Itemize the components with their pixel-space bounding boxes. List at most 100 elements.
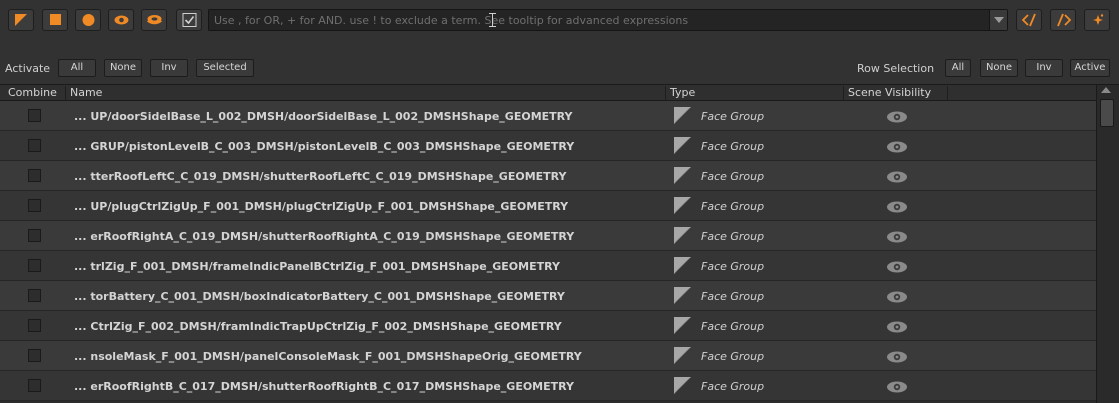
table-row[interactable]: ... nsoleMask_F_001_DMSH/panelConsoleMas… xyxy=(0,341,1096,371)
column-header-combine[interactable]: Combine xyxy=(4,86,66,101)
row-name: ... UP/plugCtrlZigUp_F_001_DMSH/plugCtrl… xyxy=(74,200,569,213)
activate-label: Activate xyxy=(5,62,51,75)
face-group-icon xyxy=(674,257,691,274)
column-header-name[interactable]: Name xyxy=(66,86,666,101)
table-body: ... UP/doorSidelBase_L_002_DMSH/doorSide… xyxy=(0,101,1096,403)
column-header-type[interactable]: Type xyxy=(666,86,844,101)
combine-checkbox[interactable] xyxy=(28,169,41,182)
square-filter-button[interactable] xyxy=(42,9,68,31)
face-group-icon xyxy=(674,197,691,214)
combine-checkbox[interactable] xyxy=(28,349,41,362)
face-group-icon xyxy=(674,167,691,184)
activate-inv-button[interactable]: Inv xyxy=(150,59,188,77)
eye-filter-button[interactable] xyxy=(108,9,134,31)
row-type: Face Group xyxy=(701,140,765,153)
row-name: ... erRoofRightA_C_019_DMSH/shutterRoofR… xyxy=(74,230,575,243)
face-group-icon xyxy=(674,377,691,394)
face-group-icon xyxy=(674,317,691,334)
visibility-eye-icon[interactable] xyxy=(885,200,909,214)
expand-right-button[interactable] xyxy=(1050,9,1076,31)
expand-left-button[interactable] xyxy=(1016,9,1042,31)
combine-checkbox[interactable] xyxy=(28,289,41,302)
expand-left-icon xyxy=(1021,13,1036,27)
table-row[interactable]: ... UP/plugCtrlZigUp_F_001_DMSH/plugCtrl… xyxy=(0,191,1096,221)
search-input[interactable] xyxy=(209,10,989,30)
activate-none-button[interactable]: None xyxy=(104,59,142,77)
visibility-eye-icon[interactable] xyxy=(885,350,909,364)
row-type: Face Group xyxy=(701,200,765,213)
combine-checkbox[interactable] xyxy=(28,109,41,122)
row-name: ... erRoofRightB_C_017_DMSH/shutterRoofR… xyxy=(74,380,574,393)
combine-checkbox[interactable] xyxy=(28,229,41,242)
row-type: Face Group xyxy=(701,320,765,333)
layers-filter-icon xyxy=(147,15,162,25)
table-row[interactable]: ... erRoofRightB_C_017_DMSH/shutterRoofR… xyxy=(0,371,1096,401)
object-table: Combine Name Type Scene Visibility ... U… xyxy=(0,84,1119,403)
row-selection-label: Row Selection xyxy=(857,62,935,75)
table-row[interactable]: ... erRoofRightA_C_019_DMSH/shutterRoofR… xyxy=(0,221,1096,251)
sparkle-icon xyxy=(1093,14,1104,25)
table-row[interactable]: ... torBattery_C_001_DMSH/boxIndicatorBa… xyxy=(0,281,1096,311)
triangle-filter-button[interactable] xyxy=(8,9,34,31)
activate-all-button[interactable]: All xyxy=(58,59,96,77)
sparkle-button[interactable] xyxy=(1084,9,1110,31)
search-dropdown-button[interactable] xyxy=(989,10,1007,30)
circle-filter-icon xyxy=(82,14,95,26)
row-type: Face Group xyxy=(701,290,765,303)
row-type: Face Group xyxy=(701,260,765,273)
text-cursor-icon xyxy=(489,13,496,27)
column-header-scene-visibility[interactable]: Scene Visibility xyxy=(844,86,948,101)
row-name: ... nsoleMask_F_001_DMSH/panelConsoleMas… xyxy=(74,350,582,363)
row-select-none-button[interactable]: None xyxy=(980,59,1018,77)
table-row[interactable]: ... CtrlZig_F_002_DMSH/framIndicTrapUpCt… xyxy=(0,311,1096,341)
face-group-icon xyxy=(674,347,691,364)
visibility-eye-icon[interactable] xyxy=(885,260,909,274)
visibility-eye-icon[interactable] xyxy=(885,320,909,334)
table-row[interactable]: ... tterRoofLeftC_C_019_DMSH/shutterRoof… xyxy=(0,161,1096,191)
circle-filter-button[interactable] xyxy=(75,9,101,31)
row-type: Face Group xyxy=(701,110,765,123)
expand-right-icon xyxy=(1057,13,1072,27)
face-group-icon xyxy=(674,107,691,124)
toolbar xyxy=(0,0,1119,44)
visibility-eye-icon[interactable] xyxy=(885,290,909,304)
visibility-eye-icon[interactable] xyxy=(885,230,909,244)
face-group-icon xyxy=(674,227,691,244)
layers-filter-button[interactable] xyxy=(141,9,167,31)
vertical-scrollbar[interactable] xyxy=(1096,85,1119,403)
table-header: Combine Name Type Scene Visibility xyxy=(0,85,1096,101)
row-select-inv-button[interactable]: Inv xyxy=(1025,59,1063,77)
activate-selected-button[interactable]: Selected xyxy=(196,59,254,77)
row-select-active-button[interactable]: Active xyxy=(1070,59,1110,77)
square-filter-icon xyxy=(50,14,61,25)
row-type: Face Group xyxy=(701,380,765,393)
visibility-eye-icon[interactable] xyxy=(885,380,909,394)
triangle-filter-icon xyxy=(15,14,27,26)
row-type: Face Group xyxy=(701,350,765,363)
row-type: Face Group xyxy=(701,230,765,243)
row-name: ... CtrlZig_F_002_DMSH/framIndicTrapUpCt… xyxy=(74,320,562,333)
face-group-icon xyxy=(674,287,691,304)
table-row[interactable]: ... UP/doorSidelBase_L_002_DMSH/doorSide… xyxy=(0,101,1096,131)
visibility-eye-icon[interactable] xyxy=(885,110,909,124)
visibility-eye-icon[interactable] xyxy=(885,140,909,154)
combine-checkbox[interactable] xyxy=(28,379,41,392)
row-type: Face Group xyxy=(701,170,765,183)
combine-checkbox[interactable] xyxy=(28,139,41,152)
scroll-up-icon[interactable] xyxy=(1101,87,1111,93)
row-name: ... GRUP/pistonLevelB_C_003_DMSH/pistonL… xyxy=(74,140,575,153)
checkbox-filter-button[interactable] xyxy=(176,9,202,31)
combine-checkbox[interactable] xyxy=(28,319,41,332)
row-select-all-button[interactable]: All xyxy=(945,59,971,77)
combine-checkbox[interactable] xyxy=(28,199,41,212)
combine-checkbox[interactable] xyxy=(28,259,41,272)
row-name: ... UP/doorSidelBase_L_002_DMSH/doorSide… xyxy=(74,110,573,123)
table-row[interactable]: ... GRUP/pistonLevelB_C_003_DMSH/pistonL… xyxy=(0,131,1096,161)
activate-bar: Activate All None Inv Selected Row Selec… xyxy=(0,55,1119,81)
eye-filter-icon xyxy=(114,15,129,25)
search-field[interactable] xyxy=(208,9,1008,31)
row-name: ... tterRoofLeftC_C_019_DMSH/shutterRoof… xyxy=(74,170,567,183)
visibility-eye-icon[interactable] xyxy=(885,170,909,184)
scrollbar-thumb[interactable] xyxy=(1100,99,1114,127)
table-row[interactable]: ... trlZig_F_001_DMSH/frameIndicPanelBCt… xyxy=(0,251,1096,281)
